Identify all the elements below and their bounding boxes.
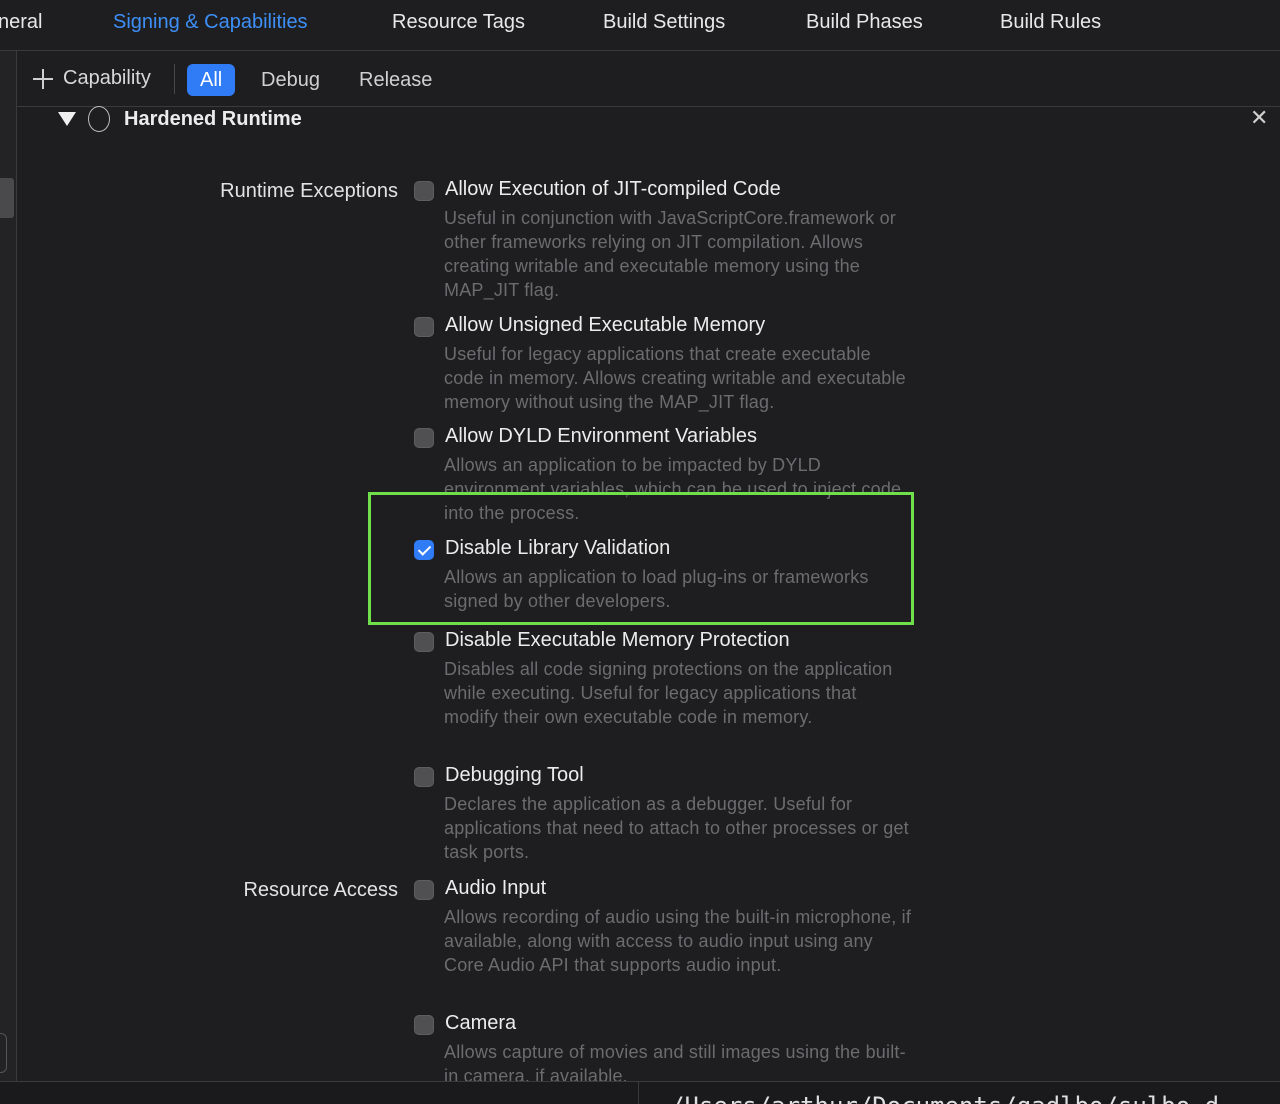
audio-input-checkbox[interactable] <box>414 880 434 900</box>
hardened-runtime-header: Hardened Runtime <box>58 104 302 134</box>
capability-circle-icon <box>88 106 110 132</box>
option-description: Useful in conjunction with JavaScriptCor… <box>444 208 896 300</box>
option-camera: Camera Allows capture of movies and stil… <box>414 1015 914 1081</box>
tab-build-rules[interactable]: Build Rules <box>1000 11 1101 34</box>
resource-access-label: Resource Access <box>243 879 398 901</box>
filter-divider <box>174 64 175 94</box>
unsigned-memory-checkbox[interactable] <box>414 317 434 337</box>
dyld-env-checkbox[interactable] <box>414 428 434 448</box>
capability-filter-bar: Capability All Debug Release <box>17 51 1280 107</box>
option-title: Allow Unsigned Executable Memory <box>445 314 766 336</box>
runtime-exceptions-label: Runtime Exceptions <box>220 180 398 202</box>
allow-jit-checkbox[interactable] <box>414 181 434 201</box>
option-description: Declares the application as a debugger. … <box>444 794 909 862</box>
terminal-path-text: /Users/arthur/Documents/gadlbo/sulbo_d <box>670 1092 1219 1104</box>
filter-release-button[interactable]: Release <box>346 64 445 96</box>
sidebar-filter-control[interactable] <box>0 1033 7 1073</box>
selected-target-indicator[interactable] <box>0 178 14 218</box>
filter-all-button[interactable]: All <box>187 64 236 96</box>
option-title: Disable Executable Memory Protection <box>445 629 790 651</box>
section-title: Hardened Runtime <box>124 107 302 130</box>
tab-general[interactable]: neral <box>0 11 42 34</box>
target-list-sidebar <box>0 51 17 1081</box>
option-title: Audio Input <box>445 877 547 899</box>
highlight-box <box>368 492 914 625</box>
option-title: Allow DYLD Environment Variables <box>445 425 757 447</box>
disable-exec-memory-protection-checkbox[interactable] <box>414 632 434 652</box>
debugging-tool-checkbox[interactable] <box>414 767 434 787</box>
disclosure-triangle-icon[interactable] <box>58 112 76 126</box>
option-title: Camera <box>445 1015 517 1034</box>
tab-build-settings[interactable]: Build Settings <box>603 11 725 34</box>
add-capability-button[interactable]: Capability <box>33 67 151 90</box>
option-description: Allows recording of audio using the buil… <box>444 907 912 975</box>
camera-checkbox[interactable] <box>414 1015 434 1035</box>
option-description: Useful for legacy applications that crea… <box>444 344 906 412</box>
plus-icon <box>33 68 53 89</box>
status-divider <box>638 1082 639 1104</box>
tab-build-phases[interactable]: Build Phases <box>806 11 923 34</box>
xcode-capabilities-window: neral Signing & Capabilities Resource Ta… <box>0 0 1280 1104</box>
option-title: Allow Execution of JIT-compiled Code <box>445 178 781 200</box>
bottom-status-bar: /Users/arthur/Documents/gadlbo/sulbo_d <box>0 1081 1280 1104</box>
add-capability-label: Capability <box>63 67 151 89</box>
close-icon[interactable]: ✕ <box>1250 107 1268 129</box>
option-description: Allows capture of movies and still image… <box>444 1042 906 1081</box>
editor-tab-bar: neral Signing & Capabilities Resource Ta… <box>0 0 1280 51</box>
tab-signing-capabilities[interactable]: Signing & Capabilities <box>113 11 308 34</box>
filter-debug-button[interactable]: Debug <box>248 64 333 96</box>
option-title: Debugging Tool <box>445 764 584 786</box>
tab-resource-tags[interactable]: Resource Tags <box>392 11 525 34</box>
option-description: Disables all code signing protections on… <box>444 659 893 727</box>
